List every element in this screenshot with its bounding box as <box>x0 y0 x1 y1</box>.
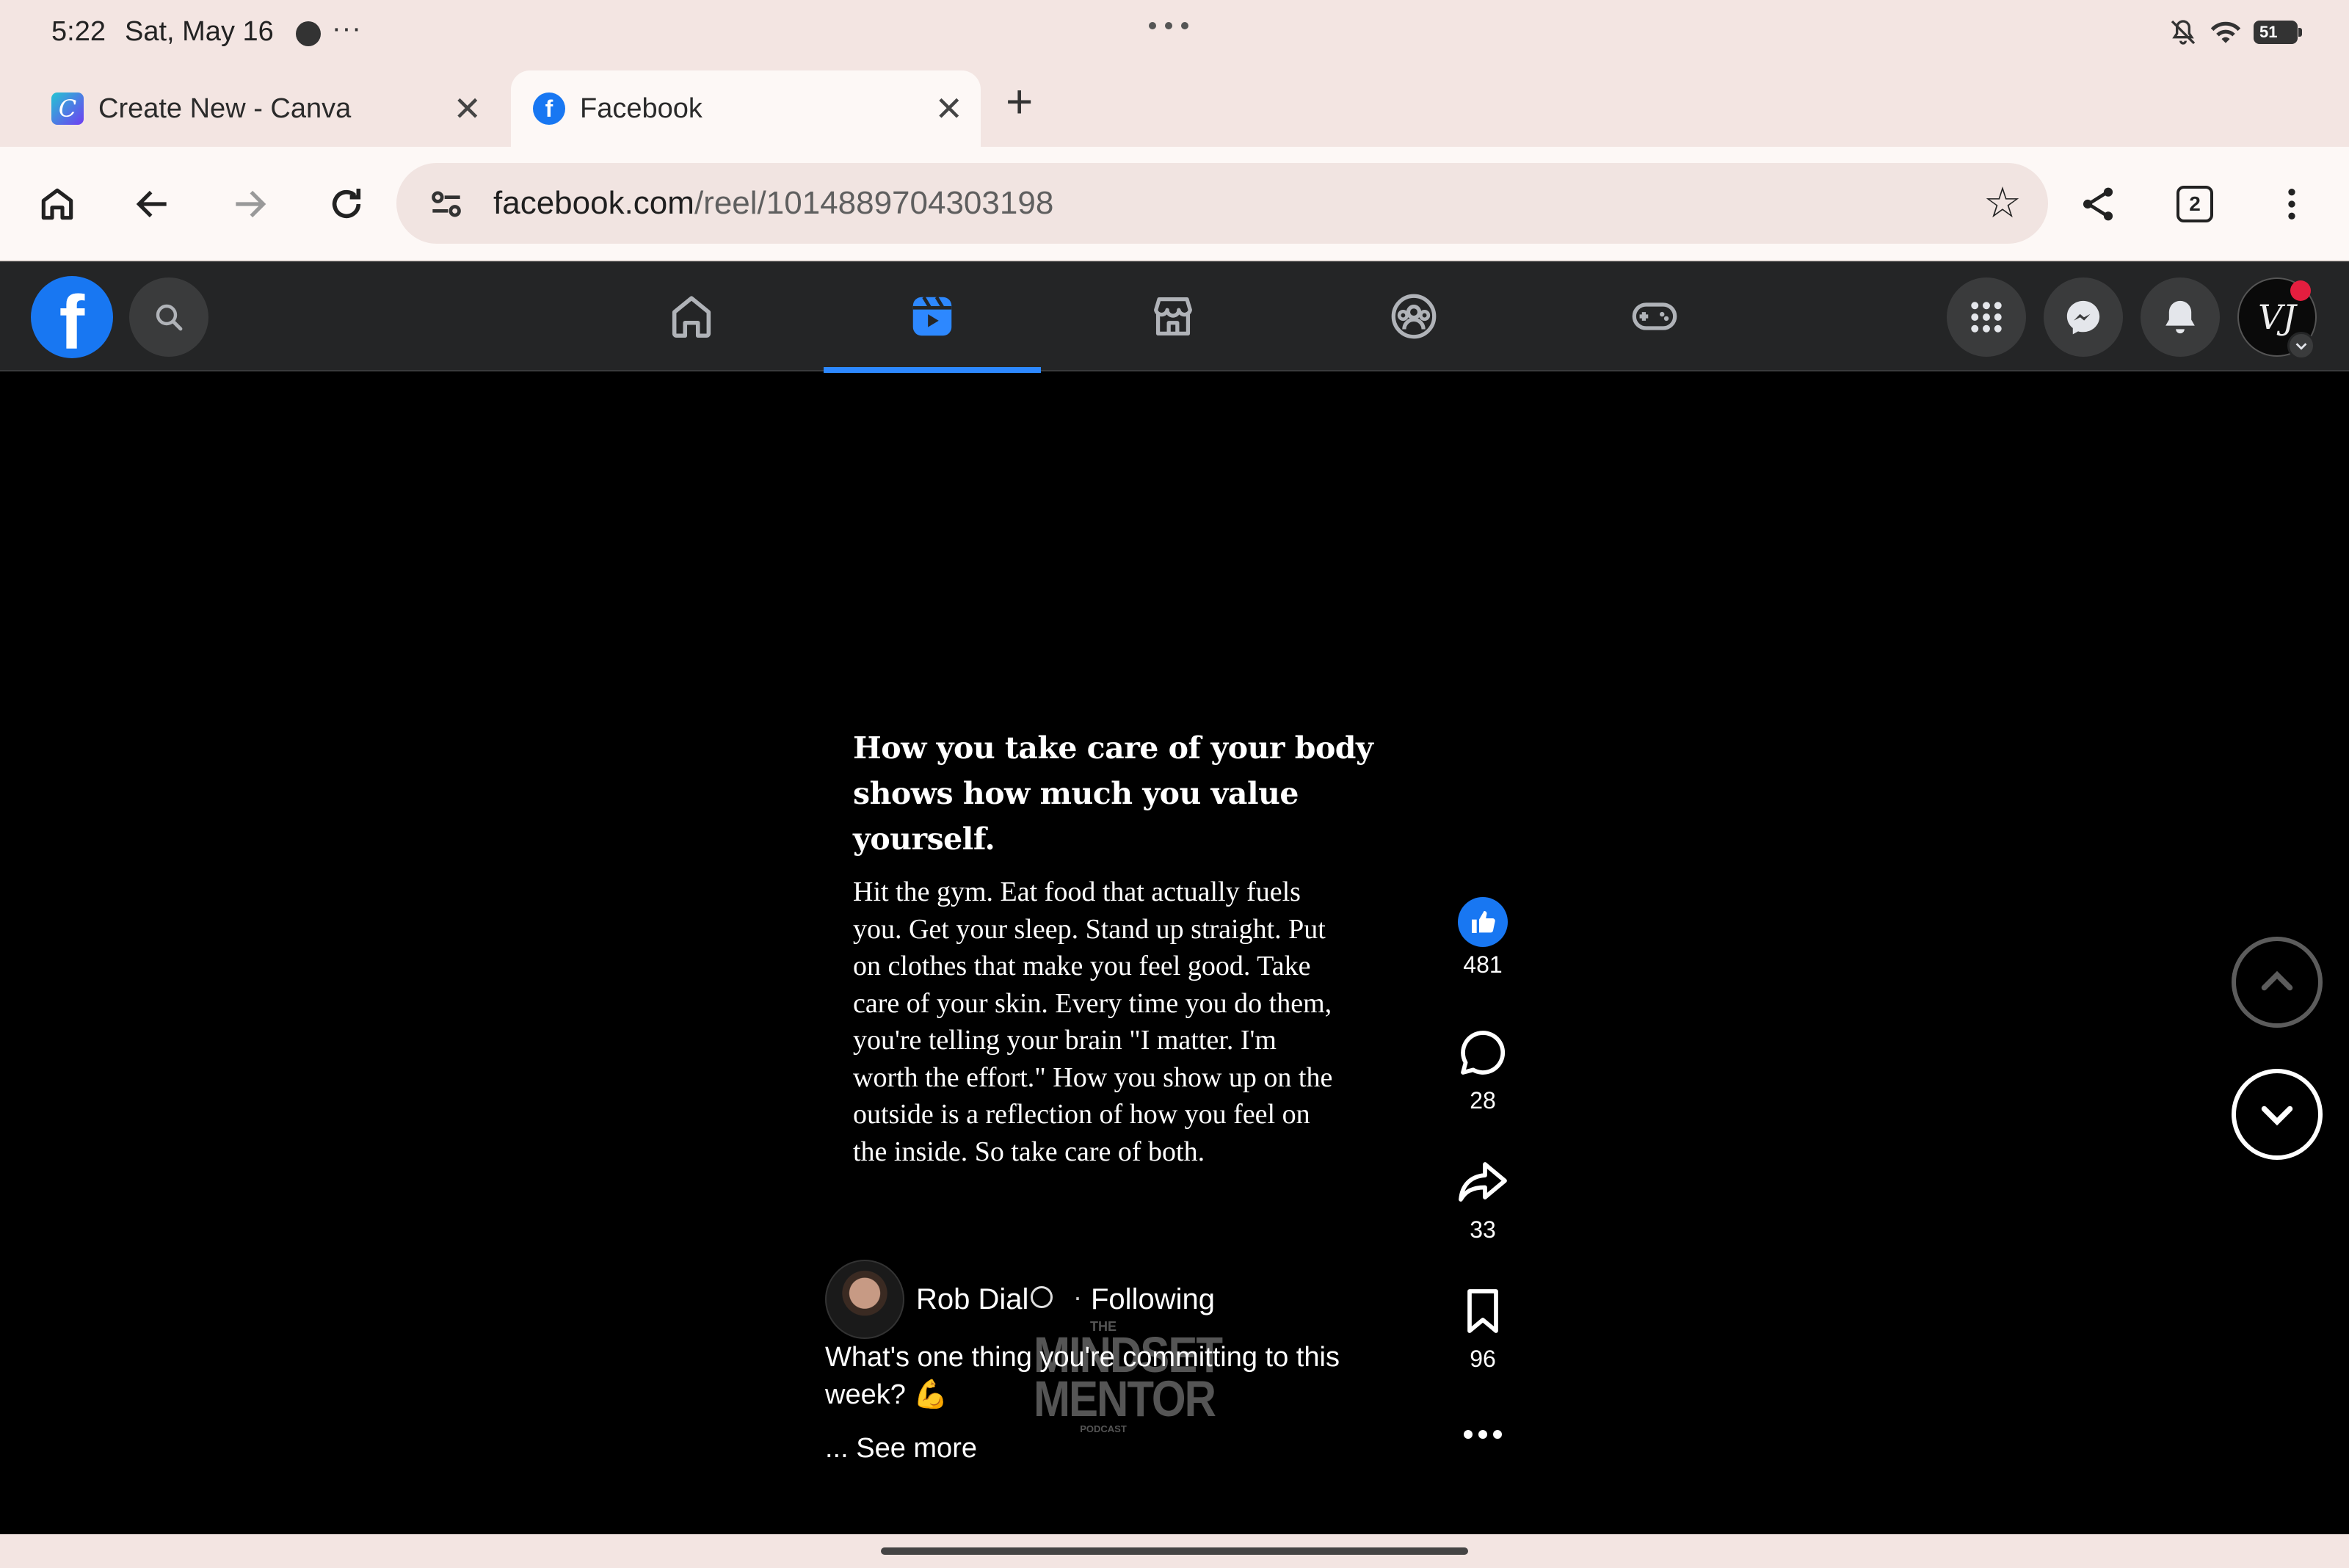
status-bar: 5:22 Sat, May 16 ··· 51 <box>0 0 2349 68</box>
home-gesture-handle[interactable] <box>881 1547 1468 1555</box>
tab-title: Facebook <box>580 92 702 124</box>
share-reel-button[interactable]: 33 <box>1446 1155 1520 1244</box>
like-thumb-icon <box>1458 897 1508 947</box>
grid-menu-icon <box>1971 302 2002 333</box>
reload-button[interactable] <box>316 173 377 235</box>
tab-title: Create New - Canva <box>98 92 352 124</box>
comment-count: 28 <box>1470 1087 1496 1114</box>
mute-icon <box>2171 20 2196 45</box>
facebook-favicon-icon: f <box>533 92 565 125</box>
like-count: 481 <box>1463 951 1503 978</box>
nav-marketplace[interactable] <box>1064 261 1282 371</box>
bookmark-star-icon[interactable]: ☆ <box>1983 182 2022 225</box>
next-reel-button[interactable] <box>2232 1069 2323 1160</box>
notifications-button[interactable] <box>2141 277 2220 357</box>
bookmark-icon <box>1467 1289 1498 1333</box>
reel-body-text: Hit the gym. Eat food that actually fuel… <box>853 876 1333 1167</box>
author-name[interactable]: Rob Dial <box>916 1283 1028 1316</box>
gaming-icon <box>1632 302 1677 330</box>
facebook-logo[interactable]: f <box>31 276 113 358</box>
public-globe-icon <box>1031 1286 1053 1308</box>
marketplace-icon <box>1154 297 1192 335</box>
facebook-navbar: f VJ <box>0 261 2349 373</box>
reels-icon <box>912 296 952 336</box>
share-count: 33 <box>1470 1216 1496 1243</box>
nav-reels[interactable] <box>824 261 1041 373</box>
reel-headline: How you take care of your body shows how… <box>853 730 1373 857</box>
address-bar[interactable]: facebook.com/reel/1014889704303198 ☆ <box>396 163 2048 244</box>
previous-reel-button[interactable] <box>2232 937 2323 1028</box>
battery-icon: 51 <box>2254 21 2302 44</box>
tab-canva[interactable]: C Create New - Canva ✕ <box>29 70 499 147</box>
account-chevron-down-icon[interactable] <box>2287 332 2315 360</box>
notification-dot <box>2290 280 2311 301</box>
multitasking-dots-icon[interactable] <box>1149 22 1188 29</box>
system-icons: 51 <box>2168 18 2302 47</box>
more-horizontal-icon <box>1464 1430 1502 1439</box>
gesture-navigation-bar <box>0 1534 2349 1568</box>
chevron-down-icon <box>2261 1106 2293 1126</box>
home-icon <box>41 188 73 220</box>
reel-caption: What's one thing you're committing to th… <box>825 1342 1340 1410</box>
chevron-up-icon <box>2261 970 2293 991</box>
browser-toolbar: facebook.com/reel/1014889704303198 ☆ 2 <box>0 147 2349 261</box>
more-notifications-icon: ··· <box>332 13 362 44</box>
reload-icon <box>332 189 361 219</box>
facebook-search-button[interactable] <box>129 277 208 357</box>
search-icon <box>156 304 183 331</box>
url-host: facebook.com <box>493 185 694 221</box>
forward-button[interactable] <box>219 173 280 235</box>
browser-menu-button[interactable] <box>2261 173 2323 235</box>
messenger-icon <box>2066 300 2100 335</box>
share-button[interactable] <box>2067 173 2129 235</box>
nav-gaming[interactable] <box>1546 261 1763 371</box>
groups-icon <box>1391 294 1437 339</box>
date: Sat, May 16 <box>125 16 274 47</box>
new-tab-button[interactable]: + <box>1006 78 1033 125</box>
close-tab-icon[interactable]: ✕ <box>453 92 482 126</box>
back-button[interactable] <box>122 173 184 235</box>
separator-dot: · <box>1073 1282 1082 1312</box>
url-text: facebook.com/reel/1014889704303198 <box>493 185 1053 222</box>
share-arrow-icon <box>1459 1162 1507 1202</box>
wifi-icon <box>2210 21 2241 43</box>
messenger-button[interactable] <box>2044 277 2123 357</box>
tab-switcher-button[interactable]: 2 <box>2164 173 2226 235</box>
messenger-notification-icon <box>296 21 321 46</box>
save-button[interactable]: 96 <box>1446 1285 1520 1373</box>
save-count: 96 <box>1470 1346 1496 1372</box>
home-icon <box>672 296 711 338</box>
reel-viewer: How you take care of your body shows how… <box>0 373 2349 1534</box>
nav-home[interactable] <box>583 261 800 371</box>
see-more-link[interactable]: ... See more <box>825 1433 977 1464</box>
tab-count: 2 <box>2176 186 2213 222</box>
tab-facebook[interactable]: f Facebook ✕ <box>511 70 981 147</box>
like-button[interactable]: 481 <box>1446 897 1520 979</box>
close-tab-icon[interactable]: ✕ <box>934 92 963 126</box>
following-button[interactable]: Following <box>1091 1283 1215 1316</box>
comment-icon <box>1461 1031 1506 1075</box>
nav-groups[interactable] <box>1305 261 1522 371</box>
share-icon <box>2083 187 2113 221</box>
canva-favicon-icon: C <box>51 92 84 125</box>
home-button[interactable] <box>26 173 88 235</box>
more-options-button[interactable] <box>1446 1426 1520 1447</box>
arrow-left-icon <box>136 190 167 218</box>
tab-strip: C Create New - Canva ✕ f Facebook ✕ + <box>0 68 2349 147</box>
site-settings-icon[interactable] <box>426 184 467 225</box>
author-avatar[interactable] <box>825 1260 904 1339</box>
url-path: /reel/1014889704303198 <box>694 185 1054 221</box>
arrow-right-icon <box>236 190 266 218</box>
more-vertical-icon <box>2288 189 2295 219</box>
comment-button[interactable]: 28 <box>1446 1026 1520 1114</box>
chevron-down-icon <box>2295 343 2307 350</box>
menu-button[interactable] <box>1947 277 2026 357</box>
bell-icon <box>2165 300 2195 334</box>
clock: 5:22 <box>51 16 106 47</box>
